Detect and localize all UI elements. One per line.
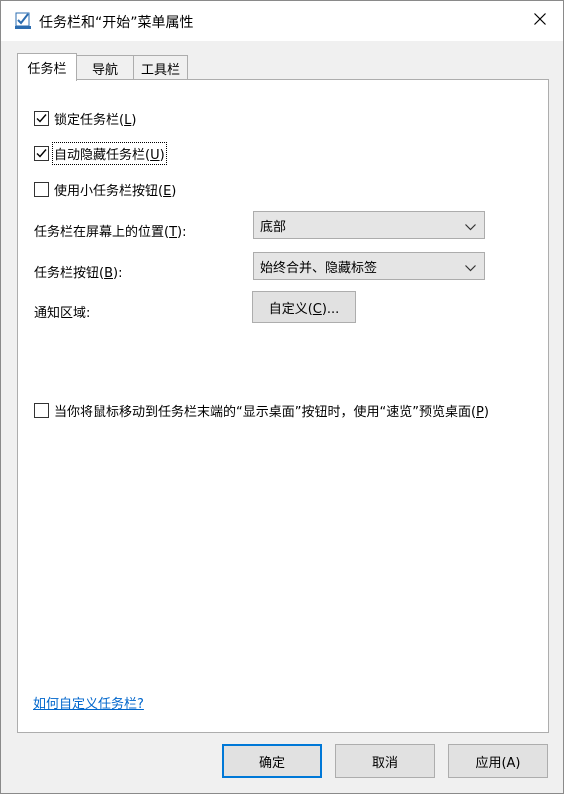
small-buttons-checkbox[interactable] <box>34 182 49 197</box>
close-button[interactable] <box>517 1 563 41</box>
taskbar-properties-icon <box>15 11 31 29</box>
taskbar-buttons-label: 任务栏按钮(B): <box>34 266 123 281</box>
taskbar-settings-panel: 锁定任务栏(L) 自动隐藏任务栏(U) 使用小任务栏按钮(E) 任务栏在屏幕上的… <box>17 79 549 733</box>
properties-window: 任务栏和“开始”菜单属性 任务栏 导航 工具栏 锁定任务栏(L) 自动隐藏任务栏… <box>0 0 564 794</box>
taskbar-buttons-value: 始终合并、隐藏标签 <box>260 260 378 276</box>
tab-taskbar[interactable]: 任务栏 <box>17 53 77 81</box>
auto-hide-checkbox[interactable] <box>34 146 49 161</box>
auto-hide-option[interactable]: 自动隐藏任务栏(U) <box>34 142 167 165</box>
position-value: 底部 <box>260 219 287 235</box>
peek-option[interactable]: 当你将鼠标移动到任务栏末端的“显示桌面”按钮时，使用“速览”预览桌面(P) <box>34 401 489 420</box>
peek-checkbox[interactable] <box>34 403 49 418</box>
chevron-down-icon <box>465 261 476 276</box>
close-icon <box>534 13 546 29</box>
help-link[interactable]: 如何自定义任务栏? <box>33 693 144 712</box>
lock-taskbar-checkbox[interactable] <box>34 111 49 126</box>
apply-button-label: 应用(A) <box>475 755 521 771</box>
title-bar[interactable]: 任务栏和“开始”菜单属性 <box>1 1 563 41</box>
lock-taskbar-label: 锁定任务栏(L) <box>54 113 137 128</box>
tab-label: 工具栏 <box>140 62 180 78</box>
ok-button[interactable]: 确定 <box>222 744 322 778</box>
window-title: 任务栏和“开始”菜单属性 <box>39 15 194 31</box>
small-buttons-option[interactable]: 使用小任务栏按钮(E) <box>34 180 176 199</box>
cancel-button[interactable]: 取消 <box>335 744 435 778</box>
tab-navigation[interactable]: 导航 <box>74 55 136 80</box>
customize-button[interactable]: 自定义(C)... <box>252 291 356 323</box>
tab-toolbars[interactable]: 工具栏 <box>133 55 188 80</box>
peek-label: 当你将鼠标移动到任务栏末端的“显示桌面”按钮时，使用“速览”预览桌面(P) <box>54 405 489 420</box>
lock-taskbar-option[interactable]: 锁定任务栏(L) <box>34 109 136 128</box>
position-label: 任务栏在屏幕上的位置(T): <box>34 225 187 240</box>
customize-button-label: 自定义(C)... <box>268 301 340 317</box>
apply-button[interactable]: 应用(A) <box>448 744 548 778</box>
taskbar-buttons-select[interactable]: 始终合并、隐藏标签 <box>253 252 485 280</box>
position-select[interactable]: 底部 <box>253 211 485 239</box>
auto-hide-label: 自动隐藏任务栏(U) <box>52 142 167 165</box>
cancel-button-label: 取消 <box>371 755 398 771</box>
ok-button-label: 确定 <box>258 755 285 771</box>
small-buttons-label: 使用小任务栏按钮(E) <box>54 184 177 199</box>
chevron-down-icon <box>465 220 476 235</box>
tab-label: 任务栏 <box>27 62 67 77</box>
tab-label: 导航 <box>91 62 118 78</box>
notification-area-label: 通知区域: <box>34 306 91 321</box>
